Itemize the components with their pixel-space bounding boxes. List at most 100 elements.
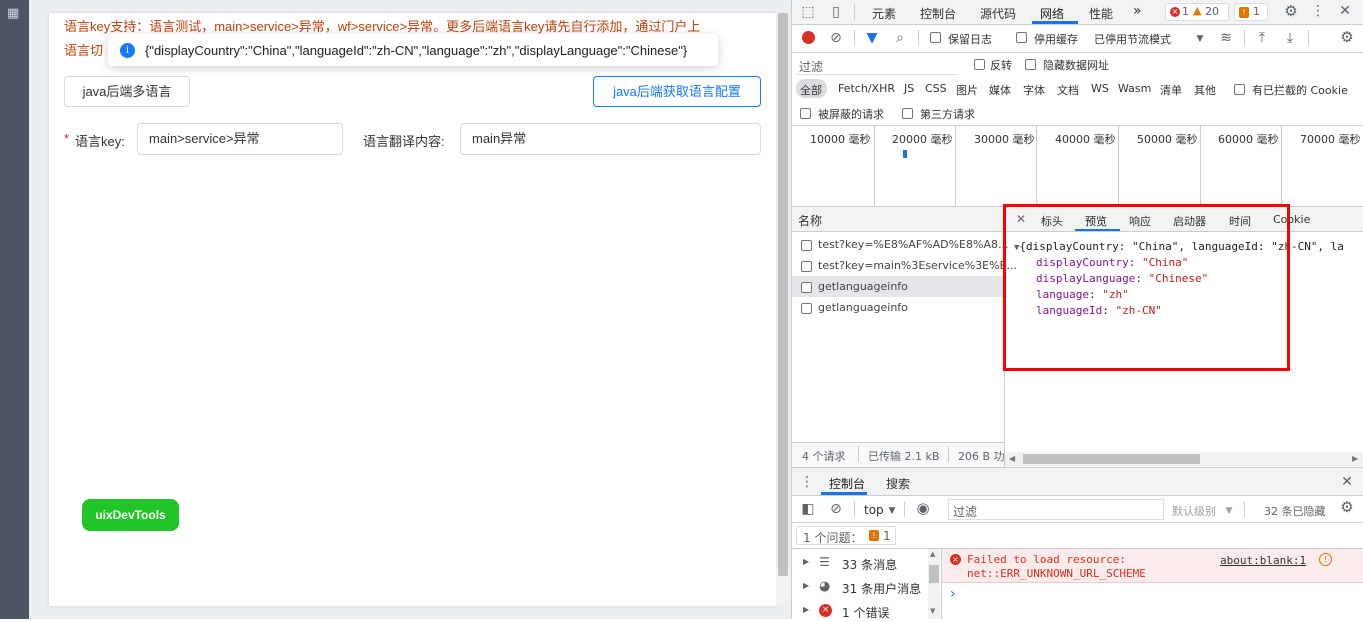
tab-console[interactable]: 控制台 (920, 5, 956, 22)
throttle-select[interactable]: 已停用节流模式 (1094, 31, 1171, 47)
filter-fetch-xhr[interactable]: Fetch/XHR (838, 82, 895, 95)
preview-horizontal-scrollbar[interactable]: ◀ ▶ (1005, 452, 1363, 466)
explain-error-icon[interactable]: ! (1319, 553, 1332, 566)
request-row[interactable]: test?key=%E8%AF%AD%E8%A8... (792, 234, 1008, 255)
import-har-icon[interactable]: ⤒ (1254, 30, 1270, 46)
request-row[interactable]: test?key=main%3Eservice%3E%E... (792, 255, 1017, 276)
issue-flag-icon: ! (1239, 7, 1249, 18)
network-filter-input[interactable]: 过滤 (796, 55, 958, 75)
console-prompt[interactable]: › (950, 586, 956, 602)
console-filter-input[interactable]: 过滤 (948, 499, 1164, 520)
scroll-left-icon[interactable]: ◀ (1009, 454, 1015, 463)
sidebar-item-user-messages[interactable]: ▶ ◕ 31 条用户消息 (792, 576, 928, 598)
java-multilanguage-button[interactable]: java后端多语言 (64, 76, 190, 107)
tab-sources[interactable]: 源代码 (980, 5, 1016, 22)
hidden-messages-count: 32 条已隐藏 (1264, 505, 1326, 518)
uix-devtools-button[interactable]: uixDevTools (82, 499, 179, 531)
filter-font[interactable]: 字体 (1023, 82, 1045, 98)
filter-manifest[interactable]: 清单 (1160, 82, 1182, 98)
drawer-tab-search[interactable]: 搜索 (886, 475, 910, 492)
expand-arrow-icon: ▶ (803, 581, 810, 590)
filter-img[interactable]: 图片 (956, 82, 978, 98)
drawer-tabbar (792, 468, 1363, 495)
sidebar-item-messages[interactable]: ▶ ☰ 33 条消息 (792, 552, 928, 574)
expand-arrow-icon: ▶ (803, 557, 810, 566)
preserve-log-checkbox[interactable] (930, 31, 941, 45)
drawer-tab-console[interactable]: 控制台 (829, 475, 865, 492)
timeline-overview[interactable]: 10000 毫秒 20000 毫秒 30000 毫秒 40000 毫秒 5000… (792, 126, 1363, 206)
search-icon[interactable]: ⌕ (892, 30, 908, 46)
error-icon: × (1170, 7, 1180, 17)
filter-js[interactable]: JS (904, 82, 914, 95)
request-row-selected[interactable]: getlanguageinfo (792, 276, 1004, 297)
invert-checkbox[interactable] (974, 58, 985, 72)
blocked-cookies-checkbox[interactable] (1234, 83, 1245, 97)
clear-icon[interactable]: ⊘ (828, 30, 844, 46)
get-language-config-button[interactable]: java后端获取语言配置 (593, 76, 761, 107)
network-settings-gear-icon[interactable]: ⚙ (1338, 29, 1356, 45)
scroll-up-icon[interactable]: ▲ (930, 550, 935, 558)
context-dropdown-icon[interactable]: ▼ (887, 503, 897, 519)
timeline-label-20000: 20000 毫秒 (892, 133, 953, 146)
filter-css[interactable]: CSS (925, 82, 947, 95)
language-key-input[interactable]: main>service>异常 (137, 123, 343, 155)
issue-counters[interactable]: × 1 ▲ 20 (1165, 3, 1229, 21)
live-expression-eye-icon[interactable]: ◉ (914, 500, 932, 516)
filter-media[interactable]: 媒体 (989, 82, 1011, 98)
timeline-label-30000: 30000 毫秒 (974, 133, 1035, 146)
hide-data-urls-checkbox[interactable] (1025, 58, 1036, 72)
kebab-menu-icon[interactable]: ⋮ (1310, 3, 1326, 19)
hide-data-urls-label: 隐藏数据网址 (1043, 59, 1109, 72)
sidebar-scrollbar[interactable]: ▲ ▼ (928, 549, 940, 619)
console-error-message[interactable]: × Failed to load resource: net::ERR_UNKN… (942, 549, 1363, 583)
close-devtools-icon[interactable]: ✕ (1337, 3, 1353, 19)
page-scrollbar-thumb[interactable] (778, 13, 788, 576)
settings-gear-icon[interactable]: ⚙ (1282, 3, 1300, 19)
scroll-down-icon[interactable]: ▼ (930, 607, 935, 615)
message-toast: i {"displayCountry":"China","languageId"… (108, 34, 718, 66)
apps-grid-icon[interactable]: ▦ (7, 7, 21, 21)
filter-funnel-icon[interactable]: ▼ (864, 30, 880, 46)
filter-all[interactable]: 全部 (800, 82, 822, 98)
more-tabs-icon[interactable]: » (1133, 3, 1142, 19)
tab-elements[interactable]: 元素 (872, 5, 896, 22)
close-drawer-icon[interactable]: ✕ (1340, 474, 1354, 490)
blocked-requests-checkbox[interactable] (800, 107, 811, 121)
console-settings-gear-icon[interactable]: ⚙ (1338, 499, 1356, 515)
context-select[interactable]: top (864, 503, 884, 517)
third-party-label: 第三方请求 (920, 108, 975, 121)
filter-doc[interactable]: 文档 (1057, 82, 1079, 98)
disable-cache-checkbox[interactable] (1016, 31, 1027, 45)
inspect-element-icon[interactable]: ⬚ (800, 4, 816, 20)
filter-other[interactable]: 其他 (1194, 82, 1216, 98)
drawer-menu-icon[interactable]: ⋮ (800, 474, 814, 490)
issues-link[interactable]: 1 个问题： ! 1 (796, 526, 896, 545)
error-source-link[interactable]: about:blank:1 (1220, 554, 1306, 567)
translation-content-input[interactable]: main异常 (460, 123, 761, 155)
filter-ws[interactable]: WS (1091, 82, 1109, 95)
default-levels-select[interactable]: 默认级别 (1172, 503, 1216, 519)
filter-wasm[interactable]: Wasm (1118, 82, 1151, 95)
export-har-icon[interactable]: ⤓ (1282, 30, 1298, 46)
sidebar-scroll-thumb[interactable] (929, 565, 939, 583)
device-toolbar-icon[interactable]: ▯ (828, 4, 844, 20)
info-icon: i (120, 42, 135, 58)
name-column-header[interactable]: 名称 (798, 212, 822, 229)
request-row[interactable]: getlanguageinfo (792, 297, 1004, 318)
network-conditions-icon[interactable]: ≋ (1217, 30, 1235, 46)
record-icon[interactable] (802, 31, 815, 44)
invert-label: 反转 (990, 59, 1012, 72)
scroll-thumb[interactable] (1023, 454, 1200, 464)
console-sidebar-icon[interactable]: ◧ (800, 501, 816, 517)
third-party-checkbox[interactable] (902, 107, 913, 121)
tab-performance[interactable]: 性能 (1089, 5, 1113, 22)
scroll-right-icon[interactable]: ▶ (1352, 454, 1358, 463)
warning-text-line1: 语言key支持：语言测试，main>service>异常，wf>service>… (64, 19, 701, 34)
tab-network[interactable]: 网络 (1040, 5, 1064, 22)
throttle-dropdown-icon[interactable]: ▼ (1195, 31, 1205, 47)
error-text-line1: Failed to load resource: (967, 553, 1126, 566)
clear-console-icon[interactable]: ⊘ (828, 501, 844, 517)
levels-dropdown-icon[interactable]: ▼ (1224, 503, 1234, 519)
issues-counter[interactable]: ! 1 (1234, 3, 1268, 21)
translation-content-label: 语言翻译内容: (363, 134, 445, 149)
